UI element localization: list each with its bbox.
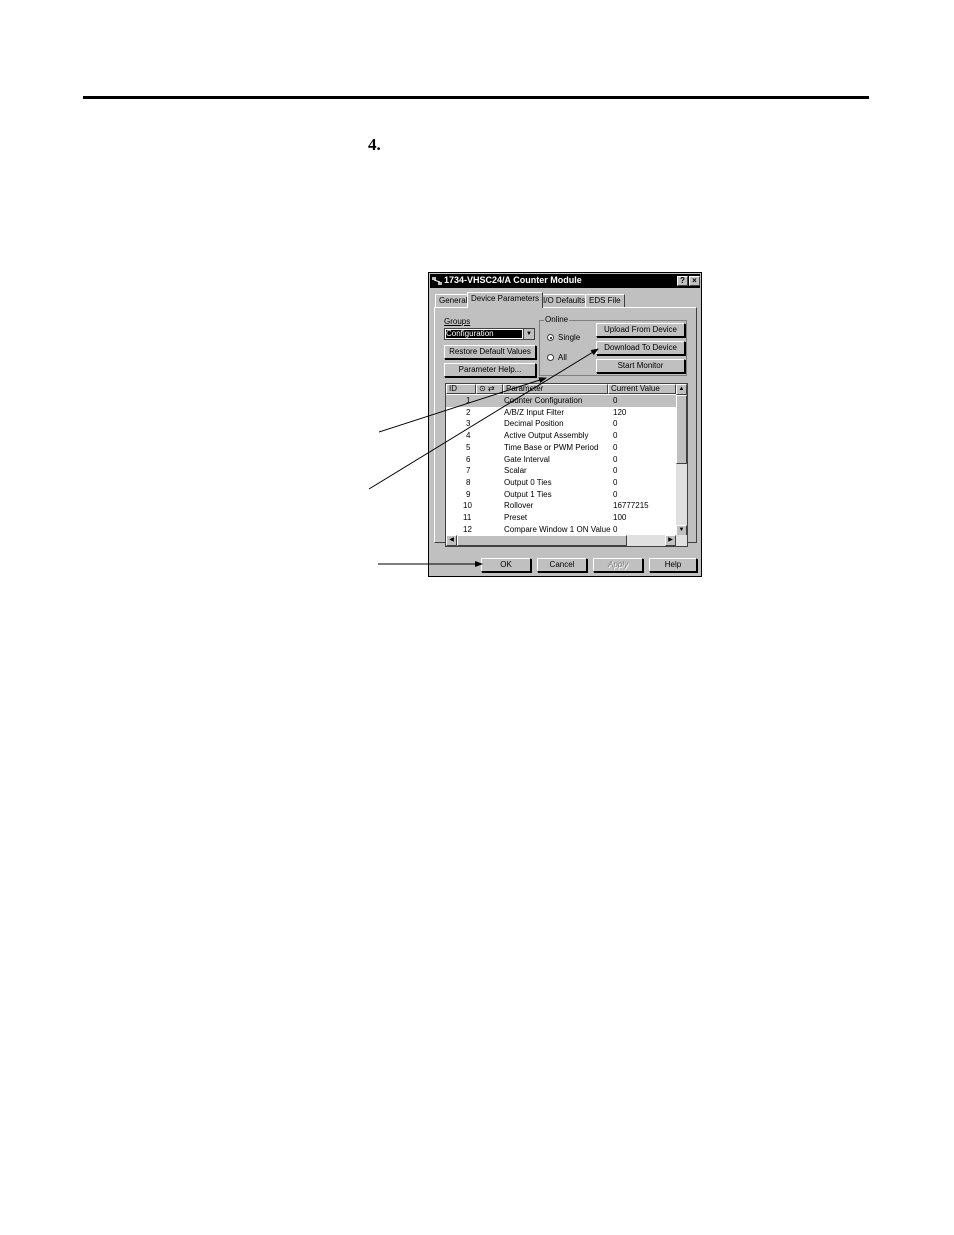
horizontal-scrollbar[interactable]: ◀ ▶: [446, 535, 687, 546]
row-parameter: Rollover: [504, 501, 534, 511]
row-parameter: Active Output Assembly: [504, 431, 589, 441]
network-app-icon: [432, 277, 442, 285]
radio-all-label[interactable]: All: [558, 353, 567, 362]
row-value: 0: [613, 466, 618, 476]
row-parameter: Time Base or PWM Period: [504, 442, 599, 452]
row-value: 100: [613, 513, 627, 522]
column-header-id[interactable]: ID: [446, 384, 476, 394]
row-value: 0: [613, 477, 618, 487]
row-parameter: Decimal Position: [504, 419, 564, 429]
radio-all[interactable]: [547, 354, 554, 361]
groups-select[interactable]: Configuration ▼: [444, 328, 535, 340]
cancel-button[interactable]: Cancel: [537, 558, 587, 572]
row-id: 9: [466, 489, 471, 499]
row-id: 6: [466, 454, 471, 464]
tab-eds-file[interactable]: EDS File: [585, 294, 625, 307]
row-id: 2: [466, 407, 471, 417]
row-value: 0: [613, 442, 618, 452]
row-parameter: Preset: [504, 513, 528, 522]
table-row[interactable]: 6 Gate Interval 0: [446, 454, 676, 466]
column-header-icons[interactable]: ⊙ ⇄: [476, 384, 503, 394]
table-row[interactable]: 11 Preset 100: [446, 512, 676, 524]
chevron-down-icon[interactable]: ▼: [523, 329, 534, 339]
table-row[interactable]: 2 A/B/Z Input Filter 120: [446, 407, 676, 419]
upload-from-device-button[interactable]: Upload From Device: [596, 323, 685, 337]
table-row[interactable]: 3 Decimal Position 0: [446, 418, 676, 430]
column-header-current-value[interactable]: Current Value: [608, 384, 676, 394]
row-id: 10: [463, 501, 472, 511]
scroll-right-icon[interactable]: ▶: [665, 535, 676, 546]
dialog-title: 1734-VHSC24/A Counter Module: [444, 275, 582, 285]
vertical-scrollbar[interactable]: ▲ ▼: [676, 384, 687, 536]
scroll-left-icon[interactable]: ◀: [446, 535, 457, 546]
counter-module-dialog: 1734-VHSC24/A Counter Module ? × General…: [428, 272, 702, 577]
row-id: 12: [463, 524, 472, 534]
table-row[interactable]: 9 Output 1 Ties 0: [446, 489, 676, 501]
start-monitor-button[interactable]: Start Monitor: [596, 359, 685, 373]
row-parameter: Counter Configuration: [504, 396, 583, 405]
vertical-scroll-thumb[interactable]: [676, 395, 687, 464]
tab-io-defaults[interactable]: I/O Defaults: [539, 294, 590, 307]
row-id: 4: [466, 431, 471, 441]
row-value: 0: [613, 489, 618, 499]
row-value: 0: [613, 419, 618, 429]
row-parameter: Gate Interval: [504, 454, 550, 464]
tab-general[interactable]: General: [435, 294, 472, 307]
scroll-up-icon[interactable]: ▲: [676, 384, 687, 395]
table-row[interactable]: 10 Rollover 16777215: [446, 500, 676, 512]
row-value: 120: [613, 407, 627, 417]
apply-button: Apply: [593, 558, 643, 572]
dialog-titlebar[interactable]: 1734-VHSC24/A Counter Module ? ×: [430, 274, 700, 288]
horizontal-scroll-thumb[interactable]: [457, 535, 627, 546]
column-header-parameter[interactable]: Parameter: [503, 384, 608, 394]
row-id: 1: [466, 396, 471, 405]
row-parameter: A/B/Z Input Filter: [504, 407, 565, 417]
row-parameter: Output 1 Ties: [504, 489, 552, 499]
row-value: 0: [613, 454, 618, 464]
row-id: 11: [463, 513, 472, 522]
online-label: Online: [544, 315, 570, 324]
download-to-device-button[interactable]: Download To Device: [596, 341, 685, 355]
header-rule: [83, 96, 869, 99]
restore-defaults-button[interactable]: Restore Default Values: [444, 345, 536, 359]
table-row[interactable]: 12 Compare Window 1 ON Value 0: [446, 524, 676, 536]
step-number: 4.: [368, 135, 381, 154]
help-icon[interactable]: ?: [677, 276, 688, 286]
table-row[interactable]: 7 Scalar 0: [446, 465, 676, 477]
row-id: 5: [466, 442, 471, 452]
parameter-list[interactable]: ID ⊙ ⇄ Parameter Current Value 1 Counter …: [445, 383, 688, 547]
table-row[interactable]: 5 Time Base or PWM Period 0: [446, 442, 676, 454]
groups-label: Groups: [444, 317, 471, 326]
close-icon[interactable]: ×: [689, 276, 700, 286]
row-id: 3: [466, 419, 471, 429]
table-row[interactable]: 1 Counter Configuration 0: [446, 395, 676, 407]
row-value: 16777215: [613, 501, 649, 511]
row-parameter: Output 0 Ties: [504, 477, 552, 487]
row-id: 8: [466, 477, 471, 487]
groups-select-value: Configuration: [446, 330, 522, 338]
ok-button[interactable]: OK: [481, 558, 531, 572]
row-value: 0: [613, 524, 618, 534]
row-value: 0: [613, 396, 618, 405]
row-parameter: Scalar: [504, 466, 527, 476]
table-row[interactable]: 8 Output 0 Ties 0: [446, 477, 676, 489]
callout-arrows: [368, 348, 599, 567]
row-parameter: Compare Window 1 ON Value: [504, 524, 611, 534]
table-row[interactable]: 4 Active Output Assembly 0: [446, 430, 676, 442]
help-button[interactable]: Help: [649, 558, 697, 572]
radio-single-label[interactable]: Single: [558, 333, 580, 342]
row-id: 7: [466, 466, 471, 476]
radio-single[interactable]: [547, 334, 554, 341]
tab-device-parameters[interactable]: Device Parameters: [467, 292, 544, 308]
parameter-help-button[interactable]: Parameter Help...: [444, 363, 536, 377]
row-value: 0: [613, 431, 618, 441]
